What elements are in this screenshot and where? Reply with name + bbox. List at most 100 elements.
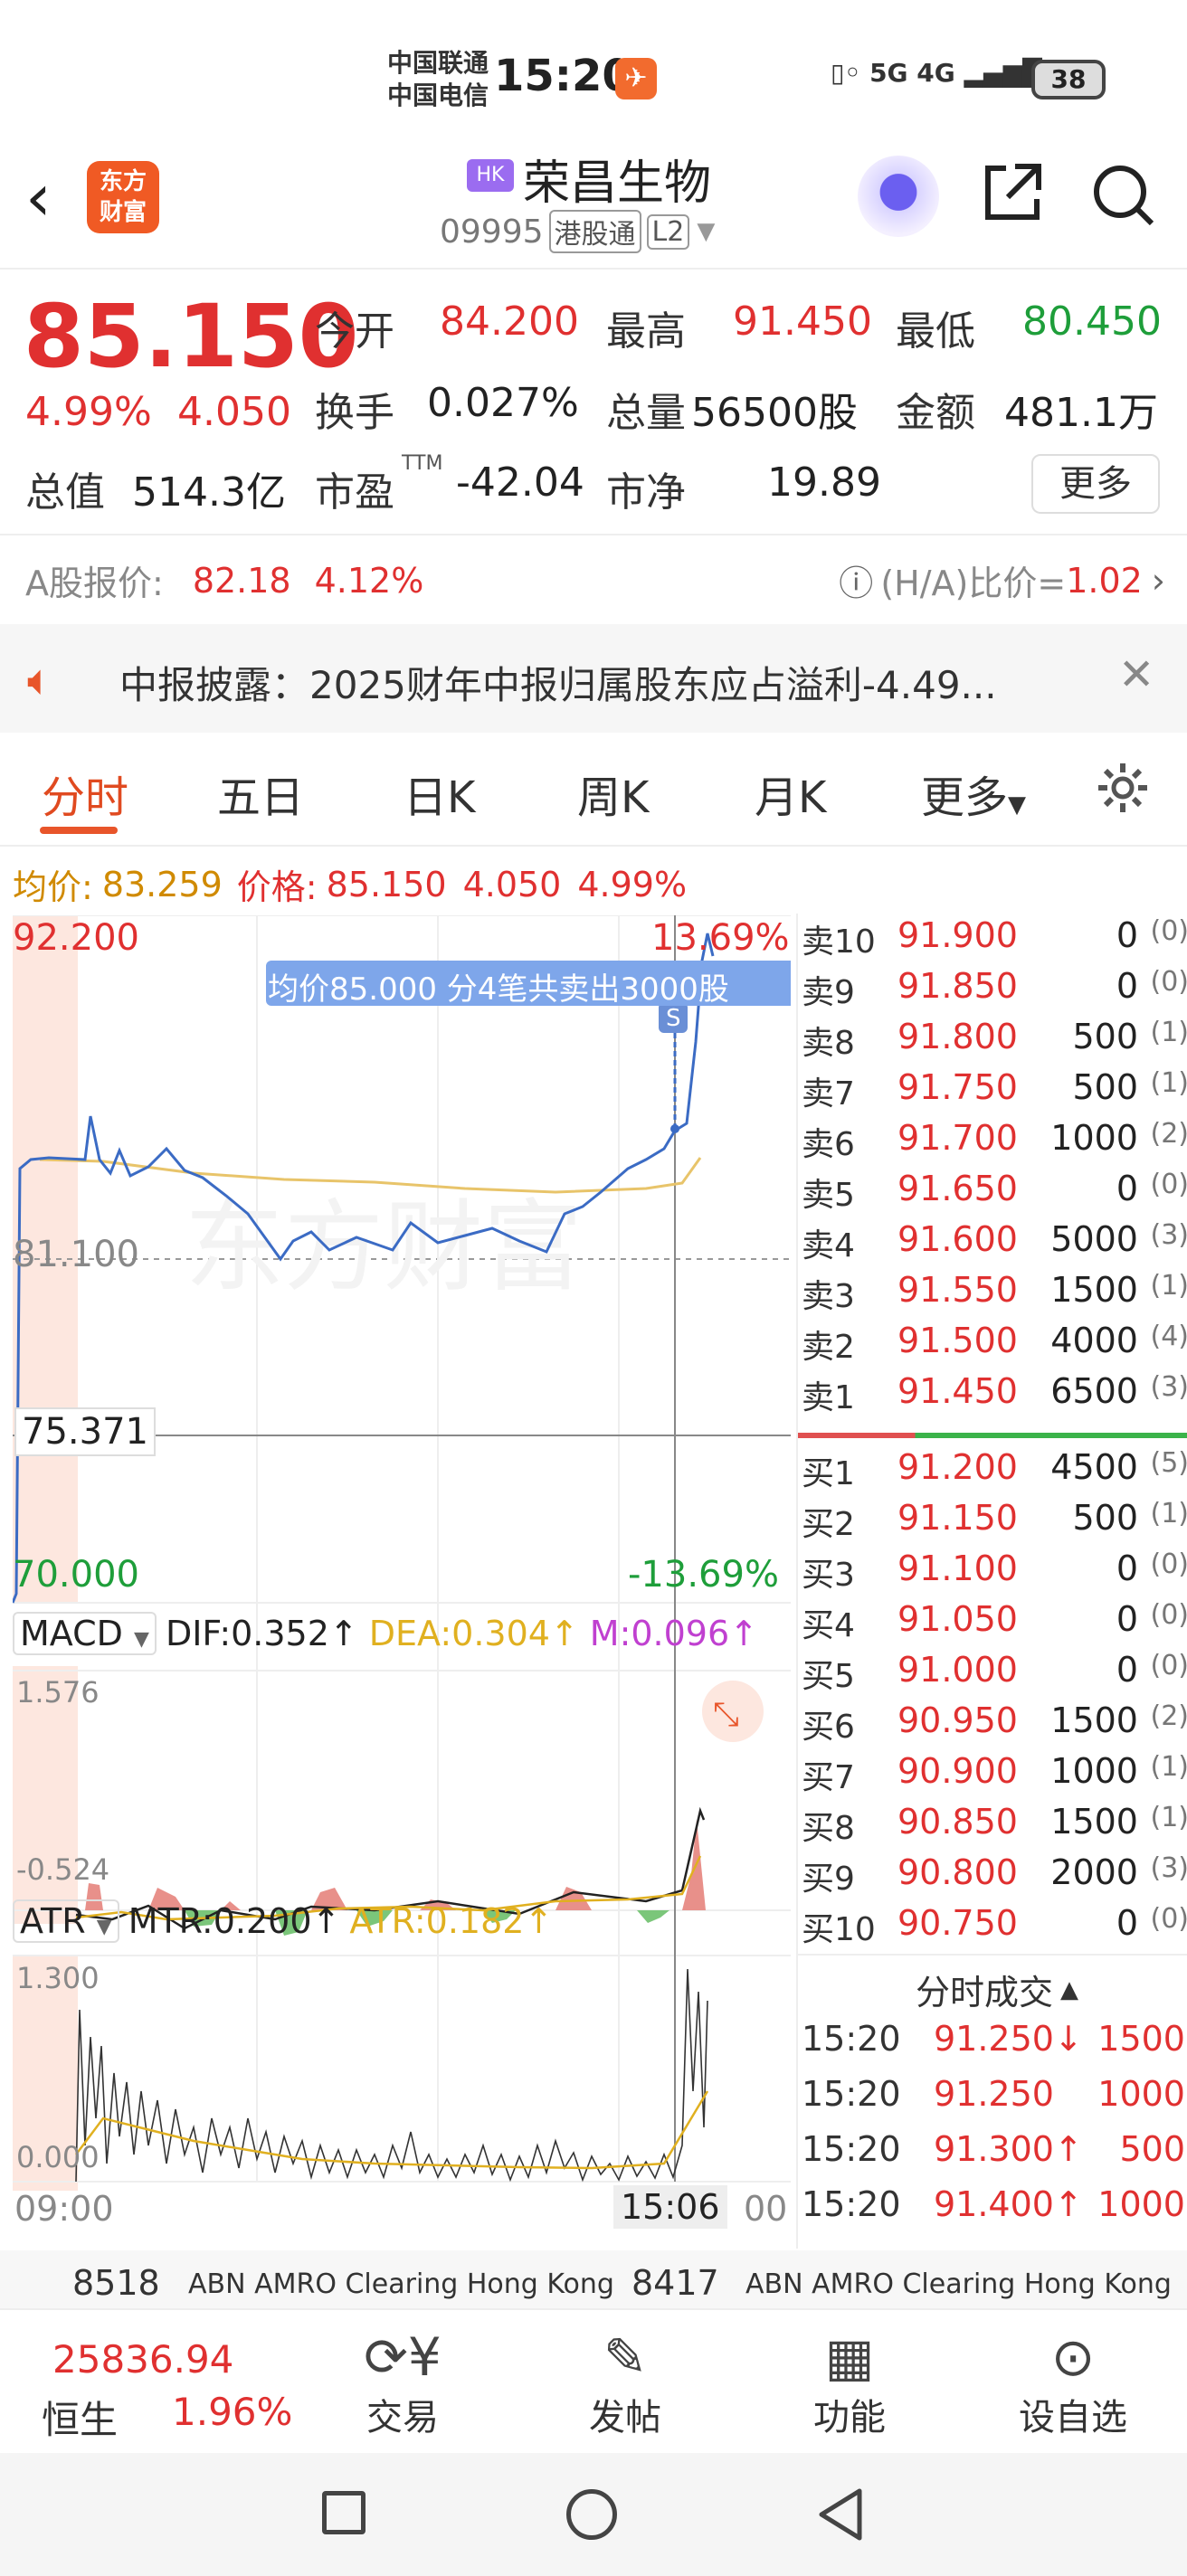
bid-order-count: (5): [1150, 1447, 1187, 1479]
pct-axis-bottom: -13.69%: [628, 1554, 779, 1596]
recents-icon[interactable]: [322, 2491, 366, 2534]
tick-row[interactable]: 15:20 91.250 1000: [798, 2074, 1187, 2125]
expand-icon[interactable]: ⤡: [713, 1696, 739, 1733]
macd-bottom: -0.524: [16, 1852, 110, 1887]
share-icon[interactable]: [979, 159, 1046, 240]
dea-value: DEA:0.304↑: [368, 1614, 579, 1653]
function-button[interactable]: ▦ 功能: [800, 2326, 899, 2440]
post-button[interactable]: ✎ 发帖: [575, 2326, 675, 2440]
ask-order-count: (0): [1150, 966, 1187, 998]
ask-volume: 0: [1116, 966, 1138, 1006]
assistant-avatar[interactable]: [858, 156, 939, 237]
tick-volume: 1000: [1097, 2184, 1185, 2224]
trade-button[interactable]: ⟳¥ 交易: [353, 2326, 452, 2440]
tab-more[interactable]: 更多▼: [921, 762, 1026, 825]
bid-row[interactable]: 买10 90.750 0 (0): [798, 1903, 1187, 1954]
order-book[interactable]: 卖10 91.900 0 (0) 卖9 91.850 0 (0) 卖8 91.800 500 (1) 卖…: [796, 914, 1187, 2249]
level-tag: L2: [646, 213, 690, 250]
ask-row[interactable]: 卖8 91.800 500 (1): [798, 1017, 1187, 1067]
ask-row[interactable]: 卖5 91.650 0 (0): [798, 1169, 1187, 1219]
bid-row[interactable]: 买9 90.800 2000 (3): [798, 1852, 1187, 1903]
mcap-value: 514.3亿: [132, 469, 286, 516]
ask-level-label: 卖7: [802, 1075, 855, 1113]
bid-row[interactable]: 买6 90.950 1500 (2): [798, 1700, 1187, 1751]
atr-top: 1.300: [16, 1961, 100, 1995]
tab-weekly-k[interactable]: 周K: [577, 762, 649, 825]
add-watchlist-button[interactable]: ⊙ 设自选: [1010, 2326, 1136, 2440]
app-logo[interactable]: 东方 财富: [87, 161, 159, 233]
grid-icon: ▦: [824, 2326, 875, 2388]
bid-price: 91.050: [897, 1599, 1018, 1639]
a-share-pct: 4.12%: [314, 560, 424, 601]
speaker-icon: 🔈︎: [27, 655, 53, 706]
macd-selector[interactable]: MACD ▼: [13, 1612, 157, 1655]
search-icon[interactable]: [1089, 161, 1158, 243]
price-summary: 均价: 83.259 价格: 85.150 4.050 4.99%: [13, 864, 688, 908]
ask-row[interactable]: 卖10 91.900 0 (0): [798, 915, 1187, 966]
stock-code-row[interactable]: 09995 港股通 L2 ▼: [440, 210, 715, 253]
bid-row[interactable]: 买5 91.000 0 (0): [798, 1650, 1187, 1700]
a-share-quote[interactable]: A股报价: 82.18 4.12% ⓘ (H/A)比价= 1.02 ›: [25, 555, 1165, 605]
notice-banner[interactable]: 🔈︎ 中报披露：2025财年中报归属股东应占溢利-4.49... ✕: [0, 624, 1187, 733]
bid-price: 91.200: [897, 1447, 1018, 1487]
bid-volume: 0: [1116, 1903, 1138, 1943]
settings-gear-icon[interactable]: [1095, 760, 1151, 819]
tab-daily-k[interactable]: 日K: [404, 762, 475, 825]
stock-name[interactable]: 荣昌生物: [523, 145, 711, 213]
bid-level-label: 买1: [802, 1455, 855, 1492]
more-button[interactable]: 更多: [1031, 454, 1160, 514]
index-name[interactable]: 恒生: [42, 2390, 118, 2445]
bid-order-count: (1): [1150, 1802, 1187, 1833]
turnover-value: 0.027%: [427, 380, 579, 426]
intraday-chart[interactable]: 东方财富 S ⤡ 92.200 13.69% 均价85.000 分4笔共卖出30…: [11, 914, 796, 2236]
system-nav-bar: [0, 2453, 1187, 2576]
ask-row[interactable]: 卖9 91.850 0 (0): [798, 966, 1187, 1017]
ask-order-count: (3): [1150, 1219, 1187, 1251]
tick-time: 15:20: [802, 2184, 901, 2224]
ask-price: 91.850: [897, 966, 1018, 1006]
battery-icon: 38: [1031, 60, 1106, 99]
ask-row[interactable]: 卖7 91.750 500 (1): [798, 1067, 1187, 1118]
amount-value: 481.1万: [1004, 390, 1158, 436]
bid-row[interactable]: 买8 90.850 1500 (1): [798, 1802, 1187, 1852]
ask-row[interactable]: 卖1 91.450 6500 (3): [798, 1371, 1187, 1422]
volume-label: 总量: [606, 390, 686, 436]
ask-row[interactable]: 卖2 91.500 4000 (4): [798, 1321, 1187, 1371]
ask-order-count: (4): [1150, 1321, 1187, 1352]
dropdown-icon: ▼: [134, 1628, 149, 1651]
back-nav-icon[interactable]: [814, 2486, 865, 2547]
bid-level-label: 买4: [802, 1607, 855, 1644]
macd-header: MACD ▼ DIF:0.352↑ DEA:0.304↑ M:0.096↑: [13, 1612, 791, 1655]
ask-price: 91.650: [897, 1169, 1018, 1208]
ticks-header[interactable]: 分时成交 ▲: [916, 1965, 1078, 2014]
bid-row[interactable]: 买4 91.050 0 (0): [798, 1599, 1187, 1650]
y-axis-bottom: 70.000: [13, 1554, 139, 1596]
ask-order-count: (1): [1150, 1017, 1187, 1048]
home-icon[interactable]: [566, 2489, 617, 2540]
time-start: 09:00: [14, 2189, 114, 2229]
bid-row[interactable]: 买3 91.100 0 (0): [798, 1548, 1187, 1599]
ask-row[interactable]: 卖3 91.550 1500 (1): [798, 1270, 1187, 1321]
tick-time: 15:20: [802, 2129, 901, 2169]
ask-row[interactable]: 卖6 91.700 1000 (2): [798, 1118, 1187, 1169]
bid-row[interactable]: 买7 90.900 1000 (1): [798, 1751, 1187, 1802]
close-icon[interactable]: ✕: [1118, 649, 1154, 700]
tick-row[interactable]: 15:20 91.300↑ 500: [798, 2129, 1187, 2180]
tab-monthly-k[interactable]: 月K: [755, 762, 826, 825]
back-button[interactable]: ‹: [25, 161, 52, 233]
bid-order-count: (0): [1150, 1903, 1187, 1935]
ask-volume: 6500: [1050, 1371, 1138, 1411]
tick-row[interactable]: 15:20 91.400↑ 1000: [798, 2184, 1187, 2235]
bid-row[interactable]: 买1 91.200 4500 (5): [798, 1447, 1187, 1498]
carrier-labels: 中国联通 中国电信: [387, 47, 489, 112]
tab-five-day[interactable]: 五日: [217, 762, 304, 825]
tab-intraday[interactable]: 分时: [42, 762, 128, 825]
atr-selector[interactable]: ATR ▼: [13, 1899, 119, 1943]
tick-row[interactable]: 15:20 91.250↓ 1500: [798, 2019, 1187, 2069]
index-value[interactable]: 25836.94: [52, 2337, 233, 2382]
carrier-1: 中国联通: [387, 48, 489, 78]
bid-row[interactable]: 买2 91.150 500 (1): [798, 1498, 1187, 1548]
ask-row[interactable]: 卖4 91.600 5000 (3): [798, 1219, 1187, 1270]
broker-bar[interactable]: 8518 ABN AMRO Clearing Hong Kong 8417 AB…: [0, 2250, 1187, 2314]
ask-volume: 0: [1116, 1169, 1138, 1208]
